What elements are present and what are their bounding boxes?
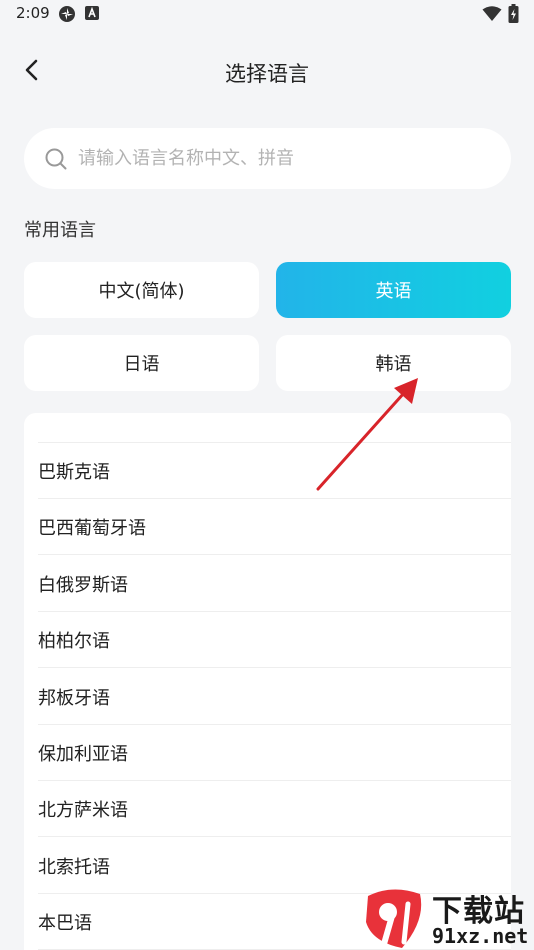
lang-button-japanese[interactable]: 日语 (24, 335, 259, 391)
sync-icon (59, 6, 75, 22)
header: 选择语言 (0, 40, 534, 100)
list-item[interactable]: 白俄罗斯语 (38, 556, 511, 612)
status-bar: 2:09 (0, 0, 534, 28)
wifi-icon (482, 6, 502, 21)
app-a-icon (85, 6, 99, 20)
watermark-url: 91xz.net (432, 924, 529, 948)
section-title-common: 常用语言 (24, 220, 96, 241)
list-item[interactable]: 巴西葡萄牙语 (38, 499, 511, 555)
language-list: 巴斯克语 巴西葡萄牙语 白俄罗斯语 柏柏尔语 邦板牙语 保加利亚语 北方萨米语 … (24, 413, 511, 950)
list-item[interactable]: 巴斯克语 (38, 443, 511, 499)
battery-icon (508, 4, 519, 23)
list-item[interactable]: 柏柏尔语 (38, 612, 511, 668)
list-item[interactable]: 邦板牙语 (38, 669, 511, 725)
watermark: 下载站 91xz.net (362, 886, 534, 950)
watermark-logo-icon (366, 889, 422, 948)
status-time: 2:09 (16, 4, 50, 22)
lang-button-korean[interactable]: 韩语 (276, 335, 511, 391)
lang-button-chinese-simplified[interactable]: 中文(简体) (24, 262, 259, 318)
search-input[interactable] (78, 148, 478, 169)
lang-button-english[interactable]: 英语 (276, 262, 511, 318)
page-title: 选择语言 (225, 62, 309, 86)
list-item[interactable]: 北方萨米语 (38, 781, 511, 837)
list-item[interactable]: 保加利亚语 (38, 725, 511, 781)
search-icon (45, 148, 67, 169)
search-box[interactable] (24, 128, 511, 189)
